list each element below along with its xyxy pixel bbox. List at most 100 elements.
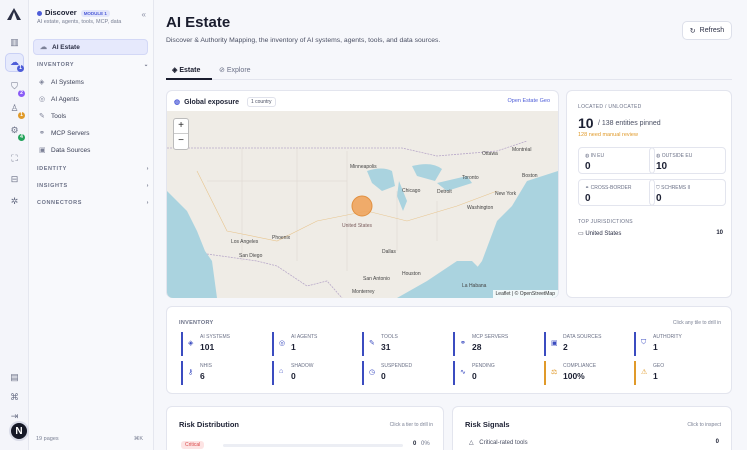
plug-icon: ⚭ [460,340,466,347]
tier-count: 0 [413,441,417,447]
sidebar-item-mcp-servers[interactable]: ⚭ MCP Servers [33,125,148,141]
section-connectors[interactable]: CONNECTORS › [37,200,149,206]
inventory-tile[interactable]: ◷ SUSPENDED 0 [362,361,446,385]
box-value: 10 [656,161,668,172]
shortcut-icon[interactable]: ⌘ [5,388,24,407]
shield-check-icon[interactable]: ⛉ 2 [5,77,25,97]
logo-icon [7,8,21,20]
analytics-icon[interactable]: ▥ [5,33,24,52]
section-label: IDENTITY [37,166,67,172]
inventory-tile[interactable]: ⚖ COMPLIANCE 100% [544,361,628,385]
tile-value: 28 [472,342,482,352]
tile-value: 1 [653,371,658,381]
tile-value: 101 [200,342,215,352]
refresh-button[interactable]: ↻ Refresh [682,21,732,40]
command-shortcut[interactable]: ⌘K [134,436,143,442]
shield-badge: 2 [18,90,25,97]
sidebar-item-label: AI Agents [51,95,79,103]
map-canvas [167,111,558,298]
sidebar-item-label: MCP Servers [51,129,90,137]
outside-eu-box: ◍ OUTSIDE EU 10 [649,147,726,174]
sidebar-item-tools[interactable]: ✎ Tools [33,108,148,124]
inventory-tile[interactable]: ∿ PENDING 0 [453,361,537,385]
open-estate-geo-link[interactable]: Open Estate Geo [508,98,551,104]
sidebar-item-ai-agents[interactable]: ◎ AI Agents [33,91,148,107]
tile-label: DATA SOURCES [563,334,602,340]
sidebar-item-data-sources[interactable]: ▣ Data Sources [33,142,148,158]
map-label: La Habana [462,283,487,289]
tab-label: Estate [179,67,201,74]
country-chip: 1 country [246,97,276,107]
inventory-tile[interactable]: ⛉ AUTHORITY 1 [634,332,718,356]
inventory-hint: Click any tile to drill in [672,320,721,326]
tier-badge: Critical [181,441,205,449]
inventory-tile[interactable]: ◎ AI AGENTS 1 [272,332,356,356]
section-identity[interactable]: IDENTITY › [37,166,149,172]
section-insights[interactable]: INSIGHTS › [37,183,149,189]
risk-tier-critical[interactable]: Critical 0 0% [181,440,433,450]
sidebar-item-ai-systems[interactable]: ◈ AI Systems [33,74,148,90]
map-label: Chicago [402,188,421,194]
active-tab-indicator [166,78,212,80]
map-label: Washington [467,205,494,211]
sidebar-item-ai-estate[interactable]: ☁ AI Estate [33,39,148,55]
shield-icon: ⛉ [641,339,647,346]
tile-label: AI AGENTS [291,334,318,340]
tile-value: 100% [563,371,585,381]
sidebar: Discover MODULE 1 AI estate, agents, tool… [29,0,154,450]
map-attribution[interactable]: Leaflet | © OpenStreetMap [492,290,558,298]
ghost-icon: ⌂ [279,368,284,375]
signal-value: 0 [715,439,719,445]
us-marker[interactable] [351,195,373,217]
box-label: CROSS-BORDER [590,185,632,191]
app-name: Discover [45,8,77,17]
map-label: Ottawa [482,151,498,157]
section-label: CONNECTORS [37,200,83,206]
tab-estate[interactable]: ◈ Estate [172,66,200,74]
cog-icon[interactable]: ✲ [5,192,24,211]
pause-icon: ◷ [369,369,376,376]
chevron-right-icon: › [146,200,149,206]
box-label: OUTSIDE EU [661,153,693,159]
settings-icon[interactable]: ⚙ 4 [5,121,25,141]
discover-icon[interactable]: ☁ 1 [5,53,24,72]
inventory-tile[interactable]: ⚭ MCP SERVERS 28 [453,332,537,356]
database-icon: ▣ [551,340,558,347]
book-icon[interactable]: ▤ [5,368,24,387]
gift-icon[interactable]: ⊟ [5,170,24,189]
cloud-icon: ☁ [40,44,47,51]
inventory-tile[interactable]: ⚷ NHIS 6 [181,361,265,385]
zoom-out-button[interactable]: − [174,134,188,149]
section-label: INSIGHTS [37,183,68,189]
avatar[interactable]: N [9,421,29,441]
box-label: SCHREMS II [661,185,691,191]
inventory-tile[interactable]: ⚠ GEO 1 [634,361,718,385]
jurisdiction-value: 10 [716,230,723,236]
schrems-box: ⛉ SCHREMS II 0 [649,179,726,206]
tile-label: GEO [653,363,665,369]
section-inventory[interactable]: INVENTORY ⌄ [37,62,149,68]
scan-icon[interactable]: ⛶ [5,149,24,168]
zoom-in-button[interactable]: + [174,119,188,134]
people-icon[interactable]: ♙ 1 [5,99,25,119]
tile-label: NHIS [200,363,212,369]
page-count: 19 pages [36,436,59,442]
world-map[interactable]: United States Minneapolis Chicago Toront… [167,111,558,298]
tab-explore[interactable]: ⊘ Explore [219,66,251,74]
global-exposure-card: ◍ Global exposure 1 country Open Estate Ge… [166,90,559,298]
inventory-tile[interactable]: ▣ DATA SOURCES 2 [544,332,628,356]
jurisdiction-row[interactable]: ▭ United States [578,230,621,237]
box-value: 0 [656,193,662,204]
collapse-sidebar-icon[interactable]: « [142,10,146,19]
tile-label: SHADOW [291,363,314,369]
manual-review-link[interactable]: 128 need manual review [578,132,638,138]
inventory-tile[interactable]: ◈ AI SYSTEMS 101 [181,332,265,356]
warning-icon: △ [469,440,476,446]
inventory-tile[interactable]: ✎ TOOLS 31 [362,332,446,356]
sidebar-item-label: Data Sources [51,146,91,154]
tier-pct: 0% [421,441,430,447]
signal-row[interactable]: △ Critical-rated tools 0 [469,439,719,449]
chevron-right-icon: › [146,183,149,189]
inventory-tile[interactable]: ⌂ SHADOW 0 [272,361,356,385]
tile-label: SUSPENDED [381,363,413,369]
